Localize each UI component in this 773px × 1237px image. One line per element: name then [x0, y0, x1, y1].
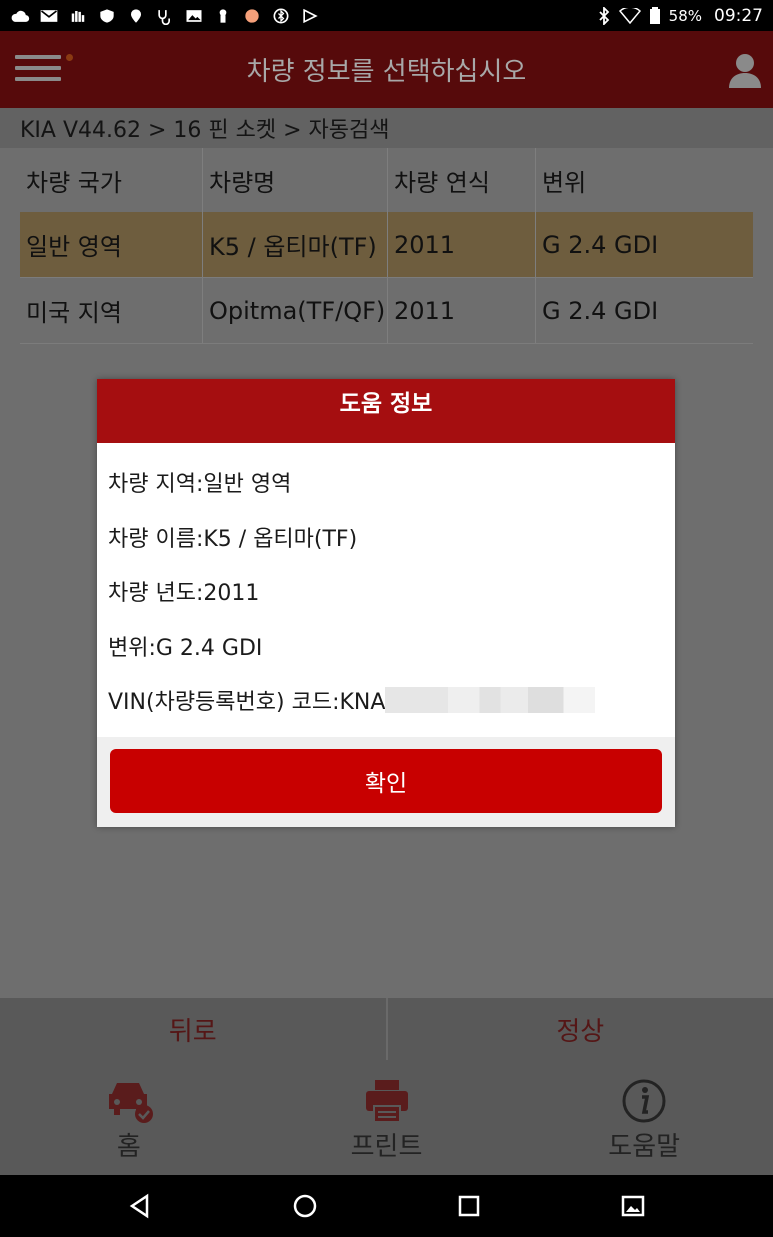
system-nav-bar	[0, 1175, 773, 1237]
battery-percent: 58%	[668, 6, 702, 25]
help-info-dialog: 도움 정보 차량 지역:일반 영역 차량 이름:K5 / 옵티마(TF) 차량 …	[97, 379, 675, 827]
nav-help-label: 도움말	[608, 1132, 681, 1162]
gmail-icon	[40, 9, 58, 22]
info-vin: VIN(차량등록번호) 코드:KNA	[108, 673, 664, 728]
cell-country: 일반 영역	[20, 212, 203, 277]
header-year: 차량 연식	[388, 148, 536, 212]
status-bar: 58% 09:27	[0, 0, 773, 31]
normal-button[interactable]: 정상	[388, 998, 773, 1060]
hand-icon	[71, 10, 85, 22]
menu-icon[interactable]	[15, 54, 73, 85]
keyhole-icon	[219, 8, 227, 23]
dialog-body: 차량 지역:일반 영역 차량 이름:K5 / 옵티마(TF) 차량 년도:201…	[97, 443, 675, 737]
cell-displacement: G 2.4 GDI	[542, 296, 659, 325]
nav-print-label: 프린트	[350, 1132, 423, 1162]
cell-year: 2011	[388, 278, 536, 343]
nav-help[interactable]: 도움말	[515, 1060, 773, 1175]
vehicle-table: 차량 국가 차량명 차량 연식 변위 일반 영역 K5 / 옵티마(TF) 20…	[0, 148, 773, 344]
cell-name: K5 / 옵티마(TF)	[203, 212, 388, 277]
app-bar: 차량 정보를 선택하십시오	[0, 31, 773, 108]
bluetooth-circle-icon	[273, 8, 289, 23]
user-icon[interactable]	[727, 51, 763, 89]
info-icon	[622, 1079, 666, 1123]
header-name: 차량명	[203, 148, 388, 212]
cell-year: 2011	[388, 212, 536, 277]
nav-print[interactable]: 프린트	[258, 1060, 516, 1175]
nav-home-label: 홈	[116, 1132, 141, 1162]
cell-country: 미국 지역	[20, 278, 203, 343]
battery-icon	[649, 6, 660, 24]
action-bar: 뒤로 정상	[0, 998, 773, 1060]
info-year: 차량 년도:2011	[108, 581, 260, 607]
breadcrumb: KIA V44.62 > 16 핀 소켓 > 자동검색	[0, 108, 773, 148]
screenshot-icon[interactable]	[620, 1193, 646, 1219]
system-indicators: 58% 09:27	[597, 6, 763, 26]
info-vehicle-name: 차량 이름:K5 / 옵티마(TF)	[108, 526, 358, 552]
dialog-title: 도움 정보	[97, 379, 675, 443]
cloud-icon	[11, 10, 30, 22]
table-row[interactable]: 일반 영역 K5 / 옵티마(TF) 2011 G 2.4 GDI	[20, 212, 753, 278]
dialog-footer: 확인	[97, 737, 675, 827]
printer-icon	[365, 1080, 408, 1123]
header-displacement: 변위	[542, 168, 587, 197]
back-triangle-icon[interactable]	[127, 1193, 153, 1219]
play-store-icon	[303, 8, 318, 23]
back-button[interactable]: 뒤로	[0, 998, 388, 1060]
info-region: 차량 지역:일반 영역	[108, 472, 292, 498]
notification-dot	[66, 54, 73, 61]
notification-icons	[10, 7, 320, 25]
shield-icon	[100, 8, 114, 23]
wifi-icon	[618, 7, 641, 24]
table-header: 차량 국가 차량명 차량 연식 변위	[0, 148, 773, 212]
info-vin-text: VIN(차량등록번호) 코드:KNA	[108, 690, 386, 716]
app-badge-icon	[245, 8, 259, 23]
location-icon	[131, 8, 141, 23]
page-title: 차량 정보를 선택하십시오	[246, 57, 527, 87]
bottom-nav: 홈 프린트 도움말	[0, 1060, 773, 1175]
cell-displacement: G 2.4 GDI	[542, 230, 659, 259]
clock: 09:27	[714, 5, 763, 26]
cell-name: Opitma(TF/QF)	[203, 278, 388, 343]
car-check-icon	[108, 1083, 153, 1123]
vin-redaction	[385, 687, 596, 714]
home-circle-icon[interactable]	[292, 1193, 318, 1219]
stethoscope-icon	[158, 9, 170, 25]
nav-home[interactable]: 홈	[0, 1060, 258, 1175]
bluetooth-icon	[599, 6, 609, 25]
recents-square-icon[interactable]	[456, 1193, 482, 1219]
table-row[interactable]: 미국 지역 Opitma(TF/QF) 2011 G 2.4 GDI	[20, 278, 753, 344]
image-icon	[186, 9, 202, 22]
header-country: 차량 국가	[20, 148, 203, 212]
ok-button[interactable]: 확인	[110, 749, 662, 813]
info-displacement: 변위:G 2.4 GDI	[108, 635, 263, 661]
